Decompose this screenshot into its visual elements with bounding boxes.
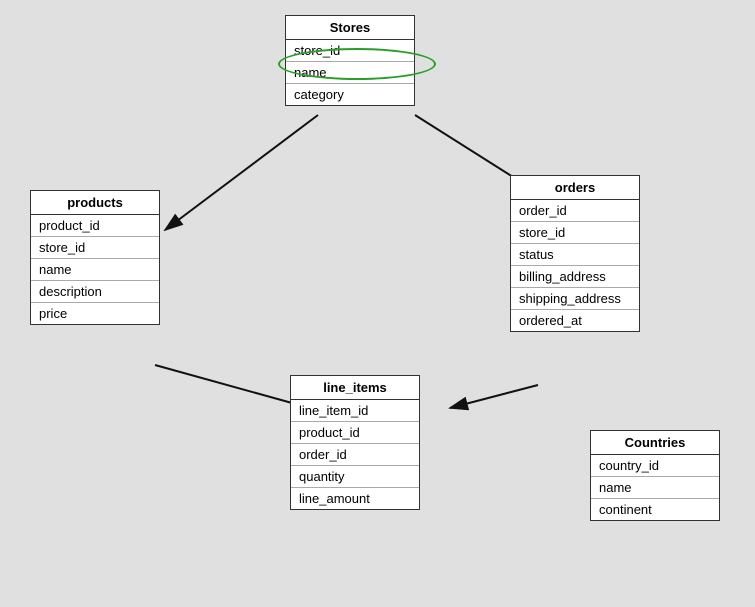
products-header: products [31,191,159,215]
stores-header: Stores [286,16,414,40]
line-items-col-order_id: order_id [291,444,419,466]
countries-col-continent: continent [591,499,719,520]
stores-table: Stores store_id name category [285,15,415,106]
countries-col-name: name [591,477,719,499]
orders-col-ordered_at: ordered_at [511,310,639,331]
products-col-product_id: product_id [31,215,159,237]
orders-col-shipping_address: shipping_address [511,288,639,310]
line-items-col-product_id: product_id [291,422,419,444]
stores-col-category: category [286,84,414,105]
line-items-table: line_items line_item_id product_id order… [290,375,420,510]
stores-col-store_id: store_id [286,40,414,62]
stores-col-name: name [286,62,414,84]
orders-col-status: status [511,244,639,266]
orders-header: orders [511,176,639,200]
products-table: products product_id store_id name descri… [30,190,160,325]
products-col-price: price [31,303,159,324]
orders-col-order_id: order_id [511,200,639,222]
countries-header: Countries [591,431,719,455]
products-col-name: name [31,259,159,281]
orders-table: orders order_id store_id status billing_… [510,175,640,332]
countries-col-country_id: country_id [591,455,719,477]
line-items-col-line_amount: line_amount [291,488,419,509]
products-col-description: description [31,281,159,303]
orders-col-store_id: store_id [511,222,639,244]
line-items-col-line_item_id: line_item_id [291,400,419,422]
orders-col-billing_address: billing_address [511,266,639,288]
line-items-col-quantity: quantity [291,466,419,488]
line-items-header: line_items [291,376,419,400]
products-col-store_id: store_id [31,237,159,259]
countries-table: Countries country_id name continent [590,430,720,521]
